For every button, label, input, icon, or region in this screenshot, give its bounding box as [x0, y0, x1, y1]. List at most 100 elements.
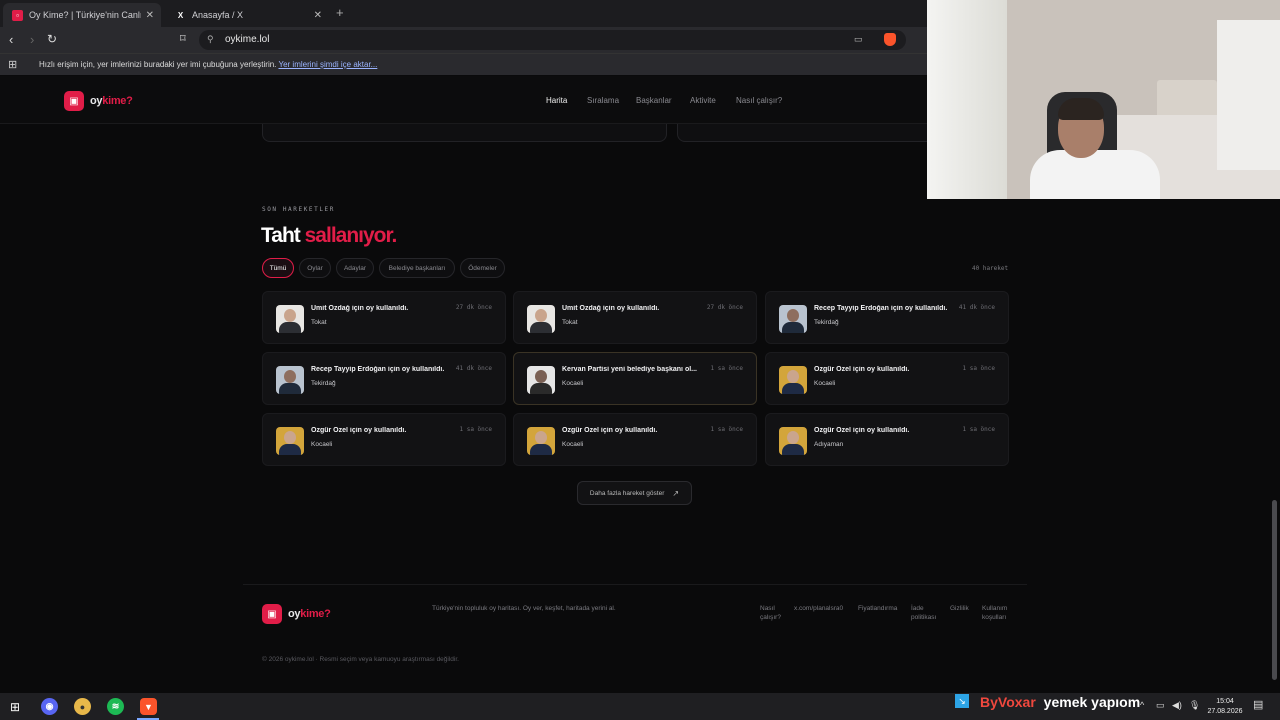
footer-link-nasil[interactable]: Nasıl çalışır?	[760, 604, 788, 622]
filter-odemeler[interactable]: Ödemeler	[460, 258, 505, 278]
reload-icon[interactable]: ↻	[47, 32, 57, 46]
activity-card[interactable]: Recep Tayyip Erdoğan için oy kullanıldı.…	[262, 352, 506, 405]
activity-title: Ümit Özdağ için oy kullanıldı.	[311, 305, 409, 312]
arrow-up-right-icon: ↗	[672, 488, 680, 498]
webcam-overlay	[927, 0, 1280, 199]
person-hair	[1058, 98, 1104, 120]
curtain	[927, 0, 1007, 199]
microphone-icon[interactable]: 🎙	[1189, 700, 1200, 711]
candidate-avatar	[276, 366, 304, 394]
footer-tagline: Türkiye'nin topluluk oy haritası. Oy ver…	[432, 605, 616, 612]
activity-time: 27 dk önce	[706, 304, 743, 311]
activity-city: Tokat	[562, 319, 578, 326]
activity-time: 1 sa önce	[459, 426, 492, 433]
nav-baskanlar[interactable]: Başkanlar	[636, 96, 672, 105]
filter-adaylar[interactable]: Adaylar	[336, 258, 374, 278]
forward-icon[interactable]: ›	[30, 32, 34, 47]
activity-time: 27 dk önce	[455, 304, 492, 311]
nav-harita[interactable]: Harita	[546, 96, 567, 105]
bookmarks-message: Hızlı erişim için, yer imlerinizi burada…	[39, 60, 277, 69]
activity-count: 40 hareket	[972, 265, 1009, 272]
spotify-icon[interactable]: ≋	[107, 698, 124, 715]
tab-title: Anasayfa / X	[192, 10, 244, 20]
section-headline: Taht sallanıyor.	[261, 224, 398, 248]
back-icon[interactable]: ‹	[9, 32, 13, 47]
activity-city: Kocaeli	[562, 380, 584, 387]
close-tab-icon[interactable]: ✕	[146, 10, 154, 21]
show-more-button[interactable]: Daha fazla hareket göster ↗	[577, 481, 692, 505]
person-torso	[1030, 150, 1160, 199]
activity-city: Kocaeli	[814, 380, 836, 387]
activity-time: 41 dk önce	[958, 304, 995, 311]
chat-app-icon[interactable]: ●	[74, 698, 91, 715]
apps-grid-icon[interactable]: ⊞	[8, 58, 17, 71]
discord-icon[interactable]: ◉	[41, 698, 58, 715]
footer-logo[interactable]: ▣ oykime?	[262, 604, 331, 624]
activity-card[interactable]: Recep Tayyip Erdoğan için oy kullanıldı.…	[765, 291, 1009, 344]
activity-card[interactable]: Ümit Özdağ için oy kullanıldı. Tokat 27 dk…	[513, 291, 757, 344]
section-eyebrow: SON HAREKETLER	[262, 206, 335, 213]
clock-time: 15:04	[1216, 698, 1234, 705]
tab-x[interactable]: X Anasayfa / X ✕	[166, 3, 329, 27]
activity-city: Tekirdağ	[311, 380, 336, 387]
nav-aktivite[interactable]: Aktivite	[690, 96, 716, 105]
notifications-icon[interactable]: ▤	[1253, 698, 1263, 711]
activity-card[interactable]: Ümit Özdağ için oy kullanıldı. Tokat 27 dk…	[262, 291, 506, 344]
show-more-label: Daha fazla hareket göster	[589, 489, 665, 497]
tab-oykime[interactable]: ▫ Oy Kime? | Türkiye'nin Canlı Oy ✕	[3, 3, 161, 27]
activity-title: Ümit Özdağ için oy kullanıldı.	[562, 305, 660, 312]
close-tab-icon[interactable]: ✕	[314, 10, 322, 21]
headline-red: sallanıyor.	[304, 224, 398, 247]
volume-icon[interactable]: ◀)	[1172, 700, 1182, 711]
footer-link-kullanim[interactable]: Kullanım koşulları	[982, 604, 1012, 622]
activity-title: Kervan Partisi yeni belediye başkanı ol.…	[562, 366, 698, 373]
network-icon[interactable]: ▭	[1156, 700, 1165, 711]
activity-city: Adıyaman	[814, 441, 844, 448]
cast-icon[interactable]: ▭	[854, 34, 863, 45]
activity-time: 1 sa önce	[710, 365, 743, 372]
activity-title: Recep Tayyip Erdoğan için oy kullanıldı.	[814, 305, 948, 312]
tray-overflow-icon[interactable]: ^	[1140, 700, 1144, 710]
brave-shield-icon[interactable]	[884, 33, 896, 46]
activity-title: Özgür Özel için oy kullanıldı.	[562, 427, 658, 434]
filter-tumu[interactable]: Tümü	[262, 258, 294, 278]
activity-card[interactable]: Özgür Özel için oy kullanıldı. Kocaeli 1 s…	[513, 413, 757, 466]
logo-text-kime: kime?	[300, 608, 331, 620]
windows-start-icon[interactable]: ⊞	[10, 700, 20, 714]
activity-card[interactable]: Özgür Özel için oy kullanıldı. Kocaeli 1 s…	[262, 413, 506, 466]
footer-copyright: © 2026 oykime.lol · Resmi seçim veya kam…	[262, 656, 459, 663]
activity-time: 1 sa önce	[962, 426, 995, 433]
import-bookmarks-link[interactable]: Yer imlerini şimdi içe aktar...	[278, 60, 377, 69]
footer-link-gizlilik[interactable]: Gizlilik	[950, 604, 969, 613]
activity-city: Tokat	[311, 319, 327, 326]
headline-white: Taht	[261, 224, 301, 247]
activity-card[interactable]: Kervan Partisi yeni belediye başkanı ol.…	[513, 352, 757, 405]
wardrobe	[1217, 20, 1280, 170]
site-settings-icon[interactable]: ⚲	[207, 34, 214, 45]
activity-card[interactable]: Özgür Özel için oy kullanıldı. Kocaeli 1 s…	[765, 352, 1009, 405]
bookmark-icon[interactable]: ⌑	[180, 32, 186, 45]
footer-link-x[interactable]: x.com/planalsra0	[794, 604, 843, 613]
activity-title: Özgür Özel için oy kullanıldı.	[814, 427, 910, 434]
logo-text-oy: oy	[288, 608, 301, 620]
nav-nasil-calisir[interactable]: Nasıl çalışır?	[736, 96, 782, 105]
site-logo[interactable]: ▣ oykime?	[64, 91, 133, 111]
filter-oylar[interactable]: Oylar	[299, 258, 331, 278]
nav-siralama[interactable]: Sıralama	[587, 96, 619, 105]
clock[interactable]: 15:04 27.08.2026	[1205, 697, 1245, 717]
footer-divider	[243, 584, 1027, 585]
footer-link-fiyat[interactable]: Fiyatlandırma	[858, 604, 897, 613]
candidate-avatar	[779, 305, 807, 333]
footer-link-iade[interactable]: İade politikası	[911, 604, 945, 622]
logo-ballot-icon: ▣	[64, 91, 84, 111]
activity-time: 1 sa önce	[962, 365, 995, 372]
brave-browser-icon[interactable]: ▼	[140, 698, 157, 715]
scroll-thumb[interactable]	[1272, 500, 1277, 680]
filter-belediye-baskanlari[interactable]: Belediye başkanları	[379, 258, 455, 278]
new-tab-button[interactable]: +	[336, 5, 344, 20]
url-input[interactable]: ⚲ oykime.lol ▭	[199, 30, 906, 50]
activity-card[interactable]: Özgür Özel için oy kullanıldı. Adıyaman 1 …	[765, 413, 1009, 466]
candidate-avatar	[779, 366, 807, 394]
activity-time: 1 sa önce	[710, 426, 743, 433]
stream-chat-overlay: ByVoxar yemek yapıom	[980, 694, 1140, 710]
